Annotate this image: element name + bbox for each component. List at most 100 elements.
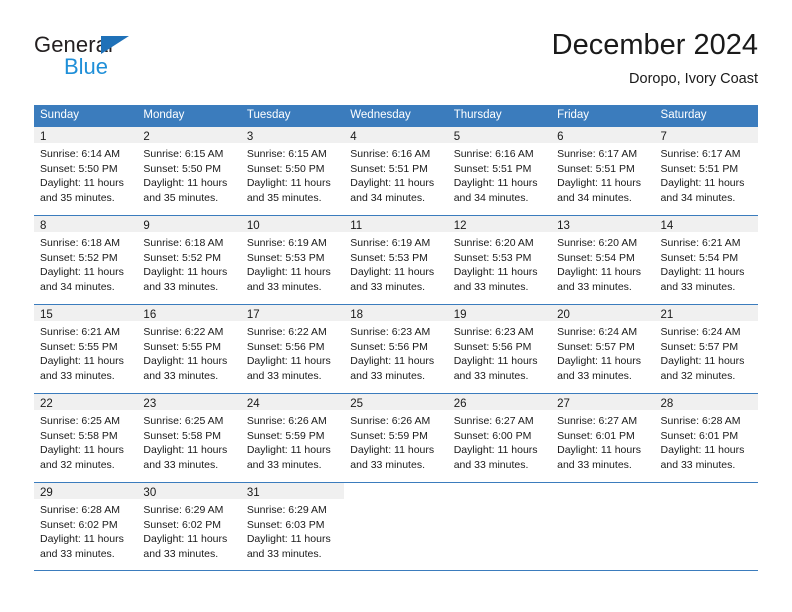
sunrise-text: Sunrise: 6:26 AM bbox=[246, 415, 327, 427]
daylight-text-line1: Daylight: 11 hours bbox=[660, 444, 745, 456]
calendar-day-cell[interactable]: 12 Sunrise: 6:20 AM Sunset: 5:53 PM Dayligh… bbox=[447, 216, 552, 304]
sunset-text: Sunset: 5:51 PM bbox=[453, 162, 532, 175]
daylight-text-line1: Daylight: 11 hours bbox=[246, 533, 331, 545]
calendar-day-cell[interactable]: 18 Sunrise: 6:23 AM Sunset: 5:56 PM Dayligh… bbox=[344, 305, 448, 393]
calendar-day-cell[interactable]: 5 Sunrise: 6:16 AM Sunset: 5:51 PM Daylight… bbox=[447, 127, 552, 215]
day-number-band: 10 bbox=[240, 216, 345, 232]
day-number-band: 25 bbox=[344, 394, 448, 410]
calendar-day-cell[interactable]: 1 Sunrise: 6:14 AM Sunset: 5:50 PM Daylight… bbox=[34, 127, 138, 215]
sunrise-text: Sunrise: 6:21 AM bbox=[40, 326, 120, 338]
calendar-day-cell[interactable]: 15 Sunrise: 6:21 AM Sunset: 5:55 PM Dayligh… bbox=[34, 305, 138, 393]
calendar-day-cell[interactable]: 20 Sunrise: 6:24 AM Sunset: 5:57 PM Dayligh… bbox=[551, 305, 655, 393]
calendar-day-cell[interactable]: 3 Sunrise: 6:15 AM Sunset: 5:50 PM Daylight… bbox=[240, 127, 345, 215]
sunset-text: Sunset: 5:58 PM bbox=[40, 429, 118, 442]
day-number: 24 bbox=[246, 398, 260, 410]
calendar-day-cell[interactable]: 25 Sunrise: 6:26 AM Sunset: 5:59 PM Dayligh… bbox=[344, 394, 448, 482]
calendar-weeks: 1 Sunrise: 6:14 AM Sunset: 5:50 PM Daylight… bbox=[34, 126, 758, 571]
sunrise-text: Sunrise: 6:22 AM bbox=[246, 326, 327, 338]
day-number-band: 12 bbox=[447, 216, 552, 232]
daylight-text-line1: Daylight: 11 hours bbox=[453, 444, 538, 456]
calendar-day-cell[interactable]: 2 Sunrise: 6:15 AM Sunset: 5:50 PM Daylight… bbox=[137, 127, 241, 215]
daylight-text-line2: and 33 minutes. bbox=[350, 458, 425, 471]
calendar-day-cell[interactable]: 7 Sunrise: 6:17 AM Sunset: 5:51 PM Daylight… bbox=[654, 127, 758, 215]
calendar-grid: Sunday Monday Tuesday Wednesday Thursday… bbox=[34, 105, 758, 571]
daylight-text-line1: Daylight: 11 hours bbox=[453, 355, 538, 367]
day-number-band: 9 bbox=[137, 216, 241, 232]
sunrise-text: Sunrise: 6:28 AM bbox=[660, 415, 741, 427]
day-info: Sunrise: 6:25 AM Sunset: 5:58 PM Daylight:… bbox=[34, 410, 137, 472]
day-number: 25 bbox=[350, 398, 364, 410]
day-info: Sunrise: 6:24 AM Sunset: 5:57 PM Daylight:… bbox=[551, 321, 654, 383]
daylight-text-line1: Daylight: 11 hours bbox=[557, 177, 641, 189]
sunrise-text: Sunrise: 6:15 AM bbox=[143, 148, 224, 160]
calendar-day-cell[interactable]: 16 Sunrise: 6:22 AM Sunset: 5:55 PM Dayligh… bbox=[137, 305, 241, 393]
calendar-day-cell[interactable]: 30 Sunrise: 6:29 AM Sunset: 6:02 PM Dayligh… bbox=[137, 483, 241, 570]
calendar-day-cell[interactable]: 14 Sunrise: 6:21 AM Sunset: 5:54 PM Dayligh… bbox=[654, 216, 758, 304]
sunrise-text: Sunrise: 6:14 AM bbox=[40, 148, 120, 160]
calendar-day-cell[interactable]: 8 Sunrise: 6:18 AM Sunset: 5:52 PM Daylight… bbox=[34, 216, 138, 304]
calendar-day-cell[interactable]: 26 Sunrise: 6:27 AM Sunset: 6:00 PM Dayligh… bbox=[447, 394, 552, 482]
sunrise-text: Sunrise: 6:22 AM bbox=[143, 326, 224, 338]
calendar-day-cell[interactable]: 27 Sunrise: 6:27 AM Sunset: 6:01 PM Dayligh… bbox=[551, 394, 655, 482]
weekday-header-tuesday: Tuesday bbox=[246, 109, 291, 121]
day-number-band: 5 bbox=[447, 127, 552, 143]
daylight-text-line2: and 32 minutes. bbox=[660, 369, 736, 382]
day-info: Sunrise: 6:19 AM Sunset: 5:53 PM Daylight:… bbox=[241, 232, 344, 294]
sunset-text: Sunset: 5:51 PM bbox=[660, 162, 739, 175]
calendar-day-cell[interactable]: 4 Sunrise: 6:16 AM Sunset: 5:51 PM Daylight… bbox=[344, 127, 448, 215]
daylight-text-line2: and 33 minutes. bbox=[246, 458, 322, 471]
sunrise-text: Sunrise: 6:24 AM bbox=[557, 326, 638, 338]
daylight-text-line1: Daylight: 11 hours bbox=[350, 355, 435, 367]
calendar-day-cell[interactable]: 11 Sunrise: 6:19 AM Sunset: 5:53 PM Dayligh… bbox=[344, 216, 448, 304]
calendar-day-cell[interactable]: 19 Sunrise: 6:23 AM Sunset: 5:56 PM Dayligh… bbox=[447, 305, 552, 393]
day-number: 8 bbox=[40, 220, 47, 232]
calendar-day-cell[interactable]: 29 Sunrise: 6:28 AM Sunset: 6:02 PM Dayligh… bbox=[34, 483, 138, 570]
day-number-band: 6 bbox=[551, 127, 655, 143]
calendar-day-cell[interactable]: 31 Sunrise: 6:29 AM Sunset: 6:03 PM Dayligh… bbox=[240, 483, 345, 570]
calendar-week-row: 22 Sunrise: 6:25 AM Sunset: 5:58 PM Dayligh… bbox=[34, 393, 758, 482]
day-number: 13 bbox=[557, 220, 570, 232]
calendar-day-cell-empty bbox=[551, 483, 655, 570]
page-title: December 2024 bbox=[551, 29, 758, 61]
sunrise-text: Sunrise: 6:29 AM bbox=[246, 504, 327, 516]
day-number: 31 bbox=[246, 487, 260, 499]
daylight-text-line1: Daylight: 11 hours bbox=[557, 355, 641, 367]
day-number: 20 bbox=[557, 309, 570, 321]
sunset-text: Sunset: 5:52 PM bbox=[40, 251, 118, 264]
calendar-day-cell[interactable]: 6 Sunrise: 6:17 AM Sunset: 5:51 PM Daylight… bbox=[551, 127, 655, 215]
day-number: 28 bbox=[660, 398, 674, 410]
sunrise-text: Sunrise: 6:23 AM bbox=[453, 326, 534, 338]
calendar-day-cell[interactable]: 23 Sunrise: 6:25 AM Sunset: 5:58 PM Dayligh… bbox=[137, 394, 241, 482]
title-block: December 2024 Doropo, Ivory Coast bbox=[552, 28, 758, 89]
daylight-text-line1: Daylight: 11 hours bbox=[143, 444, 228, 456]
daylight-text-line1: Daylight: 11 hours bbox=[350, 266, 435, 278]
sunrise-text: Sunrise: 6:25 AM bbox=[40, 415, 120, 427]
calendar-day-cell[interactable]: 13 Sunrise: 6:20 AM Sunset: 5:54 PM Dayligh… bbox=[551, 216, 655, 304]
calendar-day-cell[interactable]: 21 Sunrise: 6:24 AM Sunset: 5:57 PM Dayligh… bbox=[654, 305, 758, 393]
calendar-day-cell[interactable]: 10 Sunrise: 6:19 AM Sunset: 5:53 PM Dayligh… bbox=[240, 216, 345, 304]
calendar-day-cell[interactable]: 22 Sunrise: 6:25 AM Sunset: 5:58 PM Dayligh… bbox=[34, 394, 138, 482]
daylight-text-line2: and 33 minutes. bbox=[246, 547, 322, 560]
sunrise-text: Sunrise: 6:25 AM bbox=[143, 415, 224, 427]
day-number: 27 bbox=[557, 398, 570, 410]
day-info bbox=[655, 499, 758, 503]
day-info: Sunrise: 6:19 AM Sunset: 5:53 PM Daylight:… bbox=[344, 232, 447, 294]
day-info: Sunrise: 6:25 AM Sunset: 5:58 PM Daylight:… bbox=[137, 410, 240, 472]
daylight-text-line1: Daylight: 11 hours bbox=[246, 177, 331, 189]
daylight-text-line2: and 33 minutes. bbox=[660, 458, 736, 471]
day-info: Sunrise: 6:24 AM Sunset: 5:57 PM Daylight:… bbox=[655, 321, 758, 383]
day-number-band: 8 bbox=[34, 216, 138, 232]
generalblue-logo[interactable]: General Blue bbox=[34, 28, 214, 84]
day-info: Sunrise: 6:28 AM Sunset: 6:01 PM Daylight:… bbox=[655, 410, 758, 472]
day-number-band: 19 bbox=[447, 305, 552, 321]
sunrise-text: Sunrise: 6:17 AM bbox=[660, 148, 741, 160]
calendar-day-cell[interactable]: 9 Sunrise: 6:18 AM Sunset: 5:52 PM Daylight… bbox=[137, 216, 241, 304]
sunset-text: Sunset: 5:50 PM bbox=[246, 162, 325, 175]
daylight-text-line1: Daylight: 11 hours bbox=[350, 177, 435, 189]
calendar-day-cell[interactable]: 28 Sunrise: 6:28 AM Sunset: 6:01 PM Dayligh… bbox=[654, 394, 758, 482]
calendar-day-cell[interactable]: 17 Sunrise: 6:22 AM Sunset: 5:56 PM Dayligh… bbox=[240, 305, 345, 393]
calendar-day-cell[interactable]: 24 Sunrise: 6:26 AM Sunset: 5:59 PM Dayligh… bbox=[240, 394, 345, 482]
day-info: Sunrise: 6:21 AM Sunset: 5:55 PM Daylight:… bbox=[34, 321, 137, 383]
daylight-text-line1: Daylight: 11 hours bbox=[143, 177, 228, 189]
sunrise-text: Sunrise: 6:27 AM bbox=[453, 415, 534, 427]
